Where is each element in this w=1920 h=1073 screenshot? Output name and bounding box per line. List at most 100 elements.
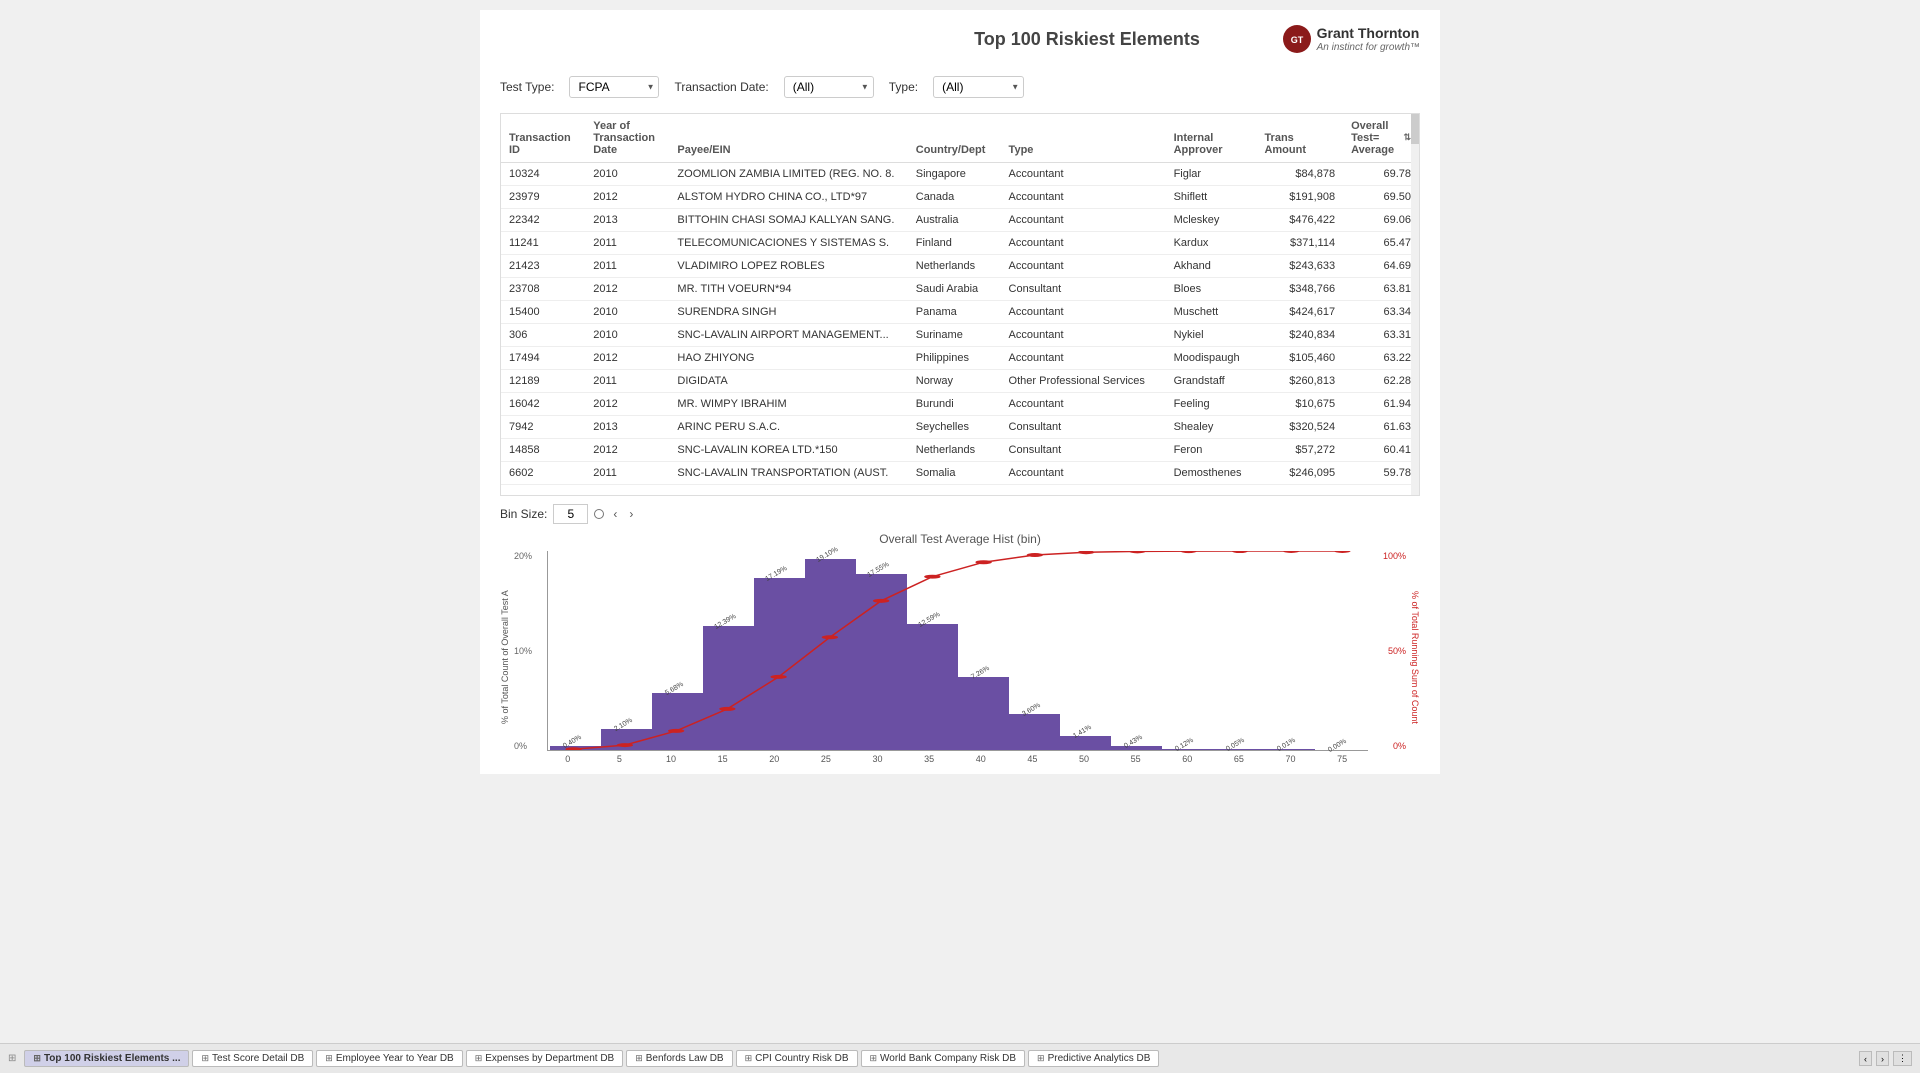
tab-grid-icon: ⊞ <box>870 1053 878 1064</box>
y-axis-right-label: % of Total Running Sum of Count <box>1408 551 1420 764</box>
type-select-wrapper[interactable]: (All) Accountant Consultant <box>933 76 1024 98</box>
tab-tab8[interactable]: ⊞Predictive Analytics DB <box>1028 1050 1159 1067</box>
cell-id: 22342 <box>501 208 585 231</box>
cell-type: Accountant <box>1001 185 1166 208</box>
cell-payee: MR. TITH VOEURN*94 <box>669 277 907 300</box>
bar-group: 5.68% <box>652 551 703 750</box>
cell-type: Accountant <box>1001 254 1166 277</box>
test-type-select[interactable]: FCPA (All) <box>569 76 659 98</box>
bar-label: 0.01% <box>1276 737 1297 753</box>
x-label: 65 <box>1213 754 1265 764</box>
cell-type: Accountant <box>1001 461 1166 484</box>
table-row[interactable]: 16042 2012 MR. WIMPY IBRAHIM Burundi Acc… <box>501 392 1419 415</box>
cell-approver: Shealey <box>1166 415 1257 438</box>
bar-group: 17.19% <box>754 551 805 750</box>
bin-next-button[interactable]: › <box>626 506 636 522</box>
table-row[interactable]: 306 2010 SNC-LAVALIN AIRPORT MANAGEMENT.… <box>501 323 1419 346</box>
x-label: 25 <box>800 754 852 764</box>
sort-icon: ⇅ <box>1403 132 1411 143</box>
tab-label: Test Score Detail DB <box>212 1053 304 1064</box>
table-row[interactable]: 12189 2011 DIGIDATA Norway Other Profess… <box>501 369 1419 392</box>
tab-grid-icon: ⊞ <box>325 1053 333 1064</box>
th-payee: Payee/EIN <box>669 114 907 163</box>
bar <box>958 677 1009 750</box>
transaction-date-select-wrapper[interactable]: (All) 2010 2011 2012 2013 <box>784 76 874 98</box>
cell-payee: TELECOMUNICACIONES Y SISTEMAS S. <box>669 231 907 254</box>
test-type-select-wrapper[interactable]: FCPA (All) <box>569 76 659 98</box>
bin-size-radio[interactable] <box>594 509 604 519</box>
tab-scroll-right[interactable]: › <box>1876 1051 1889 1066</box>
cell-type: Accountant <box>1001 323 1166 346</box>
cell-type: Consultant <box>1001 415 1166 438</box>
cell-id: 14858 <box>501 438 585 461</box>
table-row[interactable]: 21423 2011 VLADIMIRO LOPEZ ROBLES Nether… <box>501 254 1419 277</box>
x-label: 20 <box>749 754 801 764</box>
chart-container: Overall Test Average Hist (bin) % of Tot… <box>500 532 1420 764</box>
cell-id: 11241 <box>501 231 585 254</box>
tab-bar: ⊞ ⊞Top 100 Riskiest Elements ...⊞Test Sc… <box>0 1043 1920 1073</box>
bar-group: 0.00% <box>1315 551 1366 750</box>
tab-tab6[interactable]: ⊞CPI Country Risk DB <box>736 1050 858 1067</box>
bar-group: 12.59% <box>907 551 958 750</box>
cell-overall: 61.63 <box>1343 415 1419 438</box>
cell-approver: Feron <box>1166 438 1257 461</box>
table-row[interactable]: 23708 2012 MR. TITH VOEURN*94 Saudi Arab… <box>501 277 1419 300</box>
cell-amount: $243,633 <box>1256 254 1343 277</box>
cell-country: Philippines <box>908 346 1001 369</box>
bar <box>1009 714 1060 750</box>
cell-year: 2011 <box>585 369 669 392</box>
bar <box>652 693 703 750</box>
tab-tab5[interactable]: ⊞Benfords Law DB <box>626 1050 732 1067</box>
table-row[interactable]: 22342 2013 BITTOHIN CHASI SOMAJ KALLYAN … <box>501 208 1419 231</box>
tab-menu[interactable]: ⋮ <box>1893 1051 1912 1066</box>
cell-country: Norway <box>908 369 1001 392</box>
type-select[interactable]: (All) Accountant Consultant <box>933 76 1024 98</box>
x-label: 30 <box>852 754 904 764</box>
tab-tab3[interactable]: ⊞Employee Year to Year DB <box>316 1050 462 1067</box>
cell-type: Consultant <box>1001 438 1166 461</box>
table-row[interactable]: 6602 2011 SNC-LAVALIN TRANSPORTATION (AU… <box>501 461 1419 484</box>
table-row[interactable]: 23979 2012 ALSTOM HYDRO CHINA CO., LTD*9… <box>501 185 1419 208</box>
transaction-date-select[interactable]: (All) 2010 2011 2012 2013 <box>784 76 874 98</box>
scrollbar-thumb[interactable] <box>1411 114 1419 144</box>
tab-grid-icon: ⊞ <box>201 1053 209 1064</box>
tab-label: Benfords Law DB <box>646 1053 724 1064</box>
bar-group: 19.10% <box>805 551 856 750</box>
scrollbar[interactable] <box>1411 114 1419 495</box>
bin-prev-button[interactable]: ‹ <box>610 506 620 522</box>
cell-payee: DIGIDATA <box>669 369 907 392</box>
cell-approver: Nykiel <box>1166 323 1257 346</box>
tab-scroll-left[interactable]: ‹ <box>1859 1051 1872 1066</box>
th-overall[interactable]: Overall Test= Average ⇅ <box>1343 114 1419 163</box>
x-label: 40 <box>955 754 1007 764</box>
table-row[interactable]: 11241 2011 TELECOMUNICACIONES Y SISTEMAS… <box>501 231 1419 254</box>
logo-text: Grant Thornton An instinct for growth™ <box>1317 25 1420 54</box>
tab-label: Expenses by Department DB <box>485 1053 614 1064</box>
x-label: 10 <box>645 754 697 764</box>
table-row[interactable]: 7942 2013 ARINC PERU S.A.C. Seychelles C… <box>501 415 1419 438</box>
table-row[interactable]: 15400 2010 SURENDRA SINGH Panama Account… <box>501 300 1419 323</box>
tab-tab1[interactable]: ⊞Top 100 Riskiest Elements ... <box>24 1050 189 1067</box>
cell-country: Australia <box>908 208 1001 231</box>
cell-payee: HAO ZHIYONG <box>669 346 907 369</box>
y-tick-10: 10% <box>514 646 532 656</box>
bar-group: 0.40% <box>550 551 601 750</box>
tab-tab2[interactable]: ⊞Test Score Detail DB <box>192 1050 313 1067</box>
tab-label: Predictive Analytics DB <box>1048 1053 1151 1064</box>
cell-amount: $10,675 <box>1256 392 1343 415</box>
tab-label: Employee Year to Year DB <box>336 1053 454 1064</box>
table-row[interactable]: 10324 2010 ZOOMLION ZAMBIA LIMITED (REG.… <box>501 162 1419 185</box>
logo-icon: GT <box>1283 25 1311 53</box>
tab-label: Top 100 Riskiest Elements ... <box>44 1053 181 1064</box>
cell-id: 6602 <box>501 461 585 484</box>
cell-payee: ARINC PERU S.A.C. <box>669 415 907 438</box>
table-row[interactable]: 14858 2012 SNC-LAVALIN KOREA LTD.*150 Ne… <box>501 438 1419 461</box>
table-row[interactable]: 17494 2012 HAO ZHIYONG Philippines Accou… <box>501 346 1419 369</box>
cell-id: 21423 <box>501 254 585 277</box>
bin-size-input[interactable] <box>553 504 588 524</box>
tab-tab4[interactable]: ⊞Expenses by Department DB <box>466 1050 624 1067</box>
tab-tab7[interactable]: ⊞World Bank Company Risk DB <box>861 1050 1026 1067</box>
bar <box>856 574 907 750</box>
data-table: Transaction ID Year of Transaction Date … <box>501 114 1419 485</box>
cell-type: Other Professional Services <box>1001 369 1166 392</box>
